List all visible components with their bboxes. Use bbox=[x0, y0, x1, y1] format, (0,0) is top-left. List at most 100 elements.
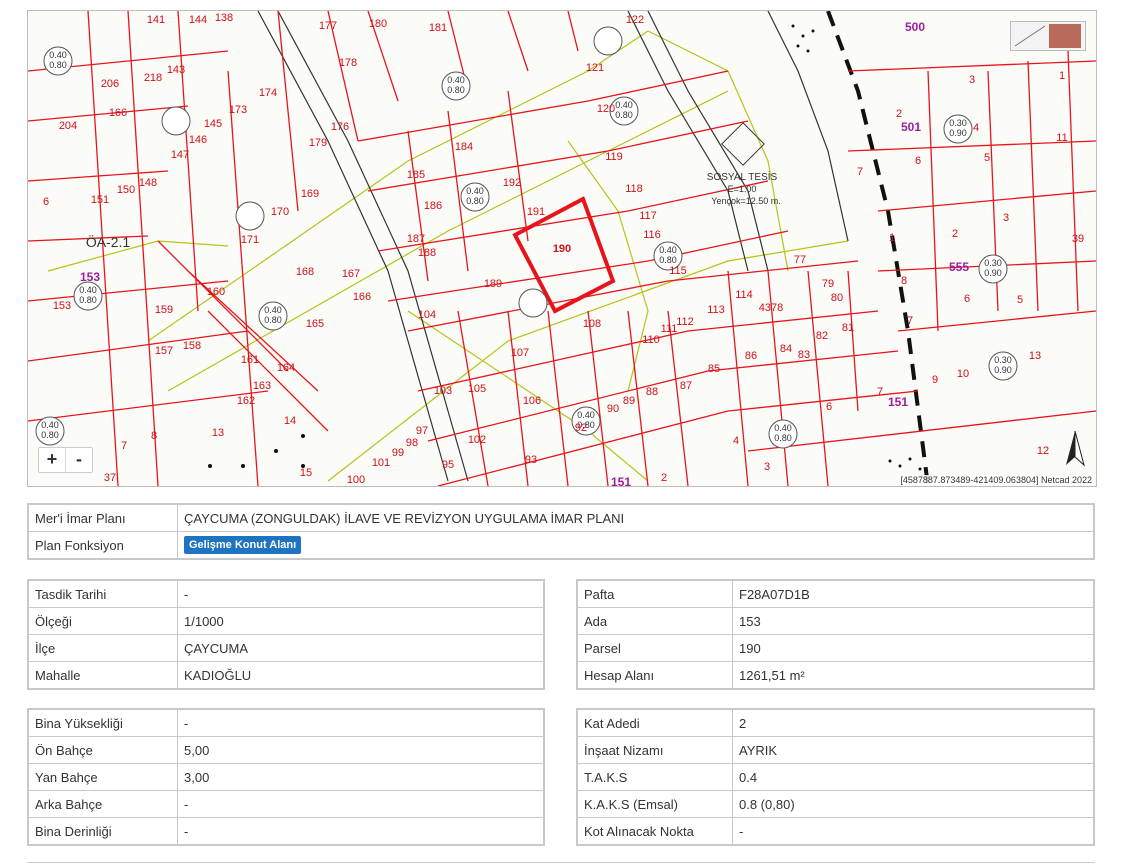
svg-text:192: 192 bbox=[503, 177, 521, 189]
plan-function-cell: Gelişme Konut Alanı bbox=[177, 531, 1095, 560]
svg-text:218: 218 bbox=[144, 72, 162, 84]
table-row: Ön Bahçe 5,00 bbox=[27, 736, 545, 764]
row-value: 2 bbox=[732, 708, 1095, 737]
row-label: Ada bbox=[576, 607, 733, 635]
svg-text:Yençok=12.50 m.: Yençok=12.50 m. bbox=[711, 196, 780, 206]
table-row: Mahalle KADIOĞLU bbox=[27, 661, 545, 690]
table-row: Bina Yüksekliği - bbox=[27, 708, 545, 737]
svg-text:119: 119 bbox=[605, 151, 623, 163]
svg-text:150: 150 bbox=[117, 184, 135, 196]
svg-text:143: 143 bbox=[167, 64, 185, 76]
svg-text:7: 7 bbox=[877, 386, 883, 398]
svg-text:0.40: 0.40 bbox=[659, 245, 677, 255]
svg-text:189: 189 bbox=[484, 278, 502, 290]
svg-text:204: 204 bbox=[59, 120, 77, 132]
row-label: Kat Adedi bbox=[576, 708, 733, 737]
svg-text:190: 190 bbox=[553, 243, 571, 255]
svg-text:15: 15 bbox=[300, 467, 312, 479]
row-value: 1/1000 bbox=[177, 607, 545, 635]
svg-text:0.40: 0.40 bbox=[79, 285, 97, 295]
table-row: K.A.K.S (Emsal) 0.8 (0,80) bbox=[576, 790, 1095, 818]
svg-text:122: 122 bbox=[626, 14, 644, 26]
svg-text:0.80: 0.80 bbox=[264, 315, 282, 325]
row-label: Pafta bbox=[576, 579, 733, 608]
construction-rules-table: Kat Adedi 2 İnşaat Nizamı AYRIK T.A.K.S 0.4… bbox=[576, 708, 1095, 846]
svg-text:108: 108 bbox=[583, 318, 601, 330]
svg-text:99: 99 bbox=[392, 447, 404, 459]
svg-text:107: 107 bbox=[511, 347, 529, 359]
row-value: - bbox=[732, 817, 1095, 846]
table-row: Bina Derinliği - bbox=[27, 817, 545, 846]
svg-text:5: 5 bbox=[984, 152, 990, 164]
svg-text:81: 81 bbox=[842, 322, 854, 334]
svg-text:170: 170 bbox=[271, 206, 289, 218]
plan-info-table: Mer'i İmar Planı ÇAYCUMA (ZONGULDAK) İLA… bbox=[27, 503, 1095, 560]
svg-text:7: 7 bbox=[907, 315, 913, 327]
svg-text:153: 153 bbox=[80, 270, 100, 284]
svg-text:98: 98 bbox=[406, 437, 418, 449]
svg-text:0.80: 0.80 bbox=[466, 196, 484, 206]
svg-text:0.80: 0.80 bbox=[79, 295, 97, 305]
plan-label: Mer'i İmar Planı bbox=[27, 503, 178, 532]
svg-text:0.80: 0.80 bbox=[659, 255, 677, 265]
svg-text:161: 161 bbox=[241, 354, 259, 366]
table-row: Kot Alınacak Nokta - bbox=[576, 817, 1095, 846]
zoom-out-button[interactable]: - bbox=[65, 448, 92, 472]
row-label: Mahalle bbox=[27, 661, 178, 690]
svg-text:2: 2 bbox=[952, 228, 958, 240]
svg-text:83: 83 bbox=[798, 349, 810, 361]
svg-text:145: 145 bbox=[204, 118, 222, 130]
svg-text:0.40: 0.40 bbox=[447, 75, 465, 85]
svg-text:6: 6 bbox=[964, 293, 970, 305]
svg-text:0.40: 0.40 bbox=[577, 410, 595, 420]
imar-map[interactable]: 0.40 0.80 0.40 0.80 0.40 0.80 0.40 0.80 0.40… bbox=[27, 10, 1097, 487]
svg-text:118: 118 bbox=[625, 183, 643, 195]
svg-text:117: 117 bbox=[639, 210, 657, 222]
row-label: Parsel bbox=[576, 634, 733, 662]
svg-text:0.80: 0.80 bbox=[615, 110, 633, 120]
svg-text:138: 138 bbox=[215, 12, 233, 24]
svg-text:121: 121 bbox=[586, 62, 604, 74]
layer-thumbnail[interactable] bbox=[1010, 21, 1086, 51]
svg-text:148: 148 bbox=[139, 177, 157, 189]
svg-text:178: 178 bbox=[339, 57, 357, 69]
svg-text:14: 14 bbox=[284, 415, 296, 427]
svg-text:E=1.00: E=1.00 bbox=[728, 184, 757, 194]
svg-text:0.40: 0.40 bbox=[774, 423, 792, 433]
zoom-in-button[interactable]: + bbox=[39, 448, 65, 472]
svg-text:113: 113 bbox=[707, 304, 725, 316]
row-value: - bbox=[177, 579, 545, 608]
svg-text:179: 179 bbox=[309, 137, 327, 149]
svg-text:8: 8 bbox=[901, 275, 907, 287]
svg-text:177: 177 bbox=[319, 20, 337, 32]
svg-text:93: 93 bbox=[525, 454, 537, 466]
svg-text:191: 191 bbox=[527, 206, 545, 218]
building-setback-table: Bina Yüksekliği - Ön Bahçe 5,00 Yan Bahçe 3… bbox=[27, 708, 545, 846]
svg-text:0.80: 0.80 bbox=[447, 85, 465, 95]
row-label: İlçe bbox=[27, 634, 178, 662]
svg-text:112: 112 bbox=[676, 316, 694, 328]
svg-text:165: 165 bbox=[306, 318, 324, 330]
svg-text:13: 13 bbox=[212, 427, 224, 439]
svg-text:6: 6 bbox=[826, 401, 832, 413]
svg-text:6: 6 bbox=[43, 196, 49, 208]
svg-text:103: 103 bbox=[434, 385, 452, 397]
row-value: 5,00 bbox=[177, 736, 545, 764]
svg-text:151: 151 bbox=[611, 475, 631, 486]
row-value: KADIOĞLU bbox=[177, 661, 545, 690]
svg-text:0.40: 0.40 bbox=[264, 305, 282, 315]
svg-text:39: 39 bbox=[1072, 233, 1084, 245]
row-value: - bbox=[177, 790, 545, 818]
svg-text:110: 110 bbox=[642, 334, 660, 346]
svg-text:206: 206 bbox=[101, 78, 119, 90]
row-label: Kot Alınacak Nokta bbox=[576, 817, 733, 846]
svg-text:0.80: 0.80 bbox=[774, 433, 792, 443]
svg-text:37: 37 bbox=[104, 472, 116, 484]
svg-text:0.90: 0.90 bbox=[994, 365, 1012, 375]
svg-text:90: 90 bbox=[607, 403, 619, 415]
svg-text:115: 115 bbox=[669, 265, 687, 277]
svg-text:7: 7 bbox=[857, 166, 863, 178]
table-row: Mer'i İmar Planı ÇAYCUMA (ZONGULDAK) İLA… bbox=[27, 503, 1095, 532]
svg-text:97: 97 bbox=[416, 425, 428, 437]
table-row: Parsel 190 bbox=[576, 634, 1095, 662]
